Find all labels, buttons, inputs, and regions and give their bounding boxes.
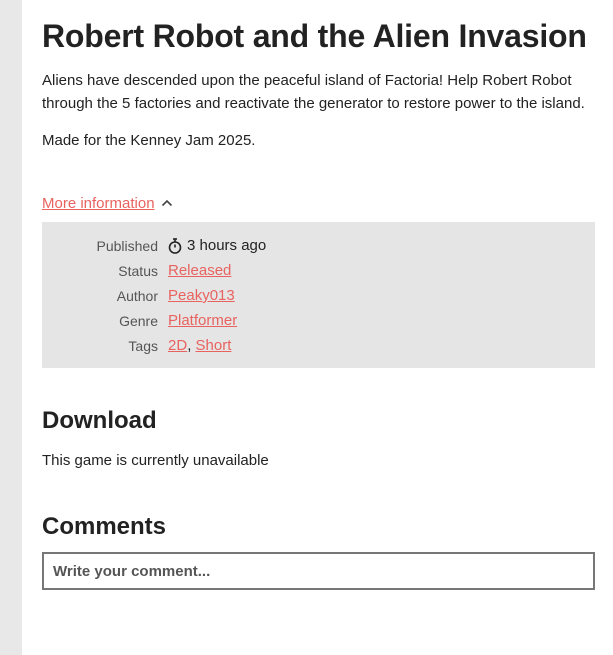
download-heading: Download bbox=[42, 407, 157, 434]
download-status-text: This game is currently unavailable bbox=[42, 452, 269, 469]
comments-heading: Comments bbox=[42, 513, 167, 540]
info-value-author: Peaky013 bbox=[168, 287, 235, 304]
stopwatch-icon bbox=[168, 237, 182, 254]
more-information-toggle[interactable]: More information bbox=[42, 192, 595, 214]
genre-link[interactable]: Platformer bbox=[168, 312, 237, 329]
info-label-published: Published bbox=[96, 237, 159, 254]
chevron-up-icon bbox=[161, 199, 173, 207]
author-link[interactable]: Peaky013 bbox=[168, 287, 235, 304]
info-row-genre: Genre Platformer bbox=[42, 308, 595, 333]
info-value-published: 3 hours ago bbox=[168, 237, 266, 254]
info-row-status: Status Released bbox=[42, 258, 595, 283]
info-row-author: Author Peaky013 bbox=[42, 283, 595, 308]
info-label-tags: Tags bbox=[128, 337, 158, 354]
info-value-status: Released bbox=[168, 262, 231, 279]
info-row-published: Published 3 hours ago bbox=[42, 233, 595, 258]
tag-link-2d[interactable]: 2D bbox=[168, 337, 187, 354]
info-label-author: Author bbox=[116, 287, 158, 304]
status-link[interactable]: Released bbox=[168, 262, 231, 279]
info-value-tags: 2D, Short bbox=[168, 337, 231, 354]
jam-note: Made for the Kenney Jam 2025. bbox=[42, 132, 256, 149]
game-info-panel: Published 3 hours ago Status Released Au… bbox=[42, 222, 595, 368]
game-page: Robert Robot and the Alien Invasion Alie… bbox=[22, 0, 613, 655]
info-label-status: Status bbox=[118, 262, 158, 279]
info-value-genre: Platformer bbox=[168, 312, 237, 329]
game-title: Robert Robot and the Alien Invasion bbox=[42, 18, 587, 54]
more-information-link[interactable]: More information bbox=[42, 195, 155, 212]
info-row-tags: Tags 2D, Short bbox=[42, 333, 595, 358]
info-label-genre: Genre bbox=[119, 312, 158, 329]
tag-separator: , bbox=[187, 337, 192, 354]
comment-input[interactable]: Write your comment... bbox=[42, 552, 595, 590]
tag-link-short[interactable]: Short bbox=[196, 337, 232, 354]
published-time: 3 hours ago bbox=[187, 237, 267, 254]
game-description: Aliens have descended upon the peaceful … bbox=[42, 72, 585, 112]
